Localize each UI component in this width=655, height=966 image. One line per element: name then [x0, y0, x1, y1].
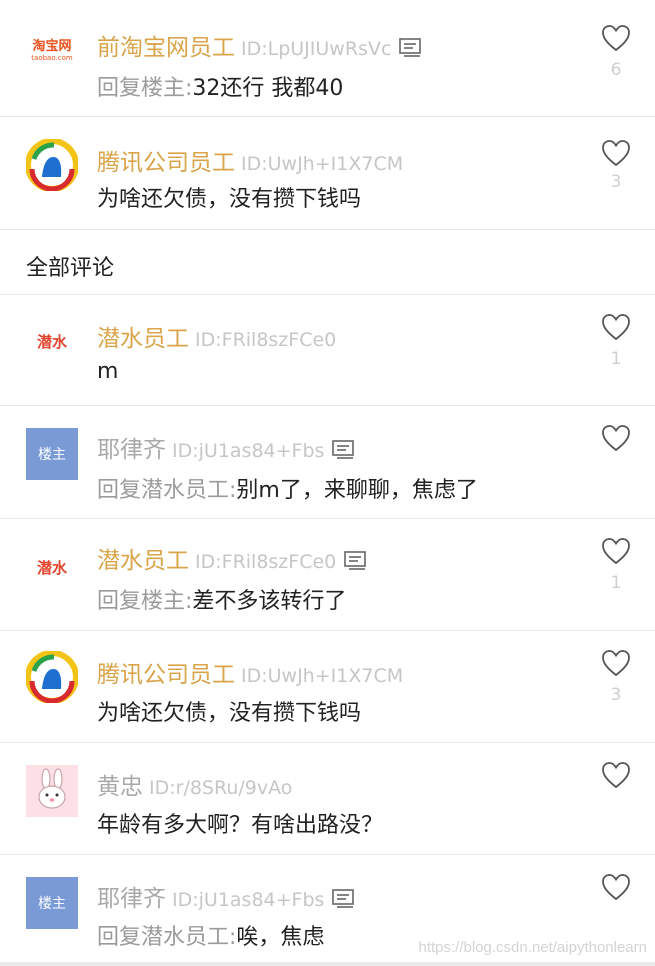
author-line: 潜水员工 ID:FRil8szFCe0 — [97, 319, 336, 353]
avatar-label: 潜水 — [36, 558, 67, 577]
author-name[interactable]: 腾讯公司员工 — [97, 662, 235, 688]
avatar-tencent[interactable] — [25, 650, 79, 704]
comment-body: 为啥还欠债，没有攒下钱吗 — [97, 187, 362, 212]
comment-body: 年龄有多大啊？有啥出路没？ — [97, 813, 384, 838]
avatar-rabbit[interactable] — [26, 765, 78, 817]
like-count: 3 — [610, 685, 622, 705]
author-name[interactable]: 潜水员工 — [97, 548, 189, 574]
heart-icon[interactable] — [601, 537, 631, 565]
author-name[interactable]: 前淘宝网员工 — [97, 35, 235, 61]
author-line: 黄忠 ID:r/8SRu/9vAo — [97, 767, 292, 801]
avatar-label: 楼主 — [38, 447, 66, 463]
heart-icon[interactable] — [601, 873, 631, 901]
like-count: 3 — [610, 172, 622, 192]
author-id: ID:UwJh+I1X7CM — [241, 153, 404, 175]
author-id: ID:r/8SRu/9vAo — [149, 777, 293, 799]
author-id: ID:jU1as84+Fbs — [172, 440, 325, 462]
heart-icon[interactable] — [601, 24, 631, 52]
comment-text: 为啥还欠债，没有攒下钱吗 — [97, 695, 361, 727]
author-id: ID:UwJh+I1X7CM — [241, 665, 404, 687]
reply-prefix: 回复潜水员工: — [97, 478, 237, 503]
comment-row[interactable]: 腾讯公司员工 ID:UwJh+I1X7CM 为啥还欠债，没有攒下钱吗 3 — [0, 117, 655, 230]
comment-row[interactable]: 黄忠 ID:r/8SRu/9vAo 年龄有多大啊？有啥出路没？ — [0, 743, 655, 855]
reply-icon[interactable] — [332, 889, 356, 909]
comment-body: m — [97, 359, 119, 384]
author-id: ID:jU1as84+Fbs — [172, 889, 325, 911]
heart-icon[interactable] — [601, 313, 631, 341]
tencent-logo-icon — [25, 650, 79, 704]
comment-text: m — [97, 359, 118, 384]
comment-body: 为啥还欠债，没有攒下钱吗 — [97, 701, 362, 726]
comment-text: 年龄有多大啊？有啥出路没？ — [97, 807, 383, 839]
reply-icon[interactable] — [399, 38, 423, 58]
author-id: ID:FRil8szFCe0 — [195, 329, 337, 351]
avatar-louzhu[interactable]: 楼主 — [26, 428, 78, 480]
comment-row[interactable]: 淘宝网 taobao.com 前淘宝网员工 ID:LpUJIUwRsVc 回复楼主… — [0, 0, 655, 117]
comment-text: 回复潜水员工:唉，焦虑 — [97, 919, 324, 951]
comment-body: 32还行 我都40 — [192, 76, 344, 101]
comment-row[interactable]: 潜水 潜水员工 ID:FRil8szFCe0 m 1 — [0, 295, 655, 406]
like-count: 6 — [610, 60, 622, 80]
bottom-divider — [0, 962, 655, 966]
heart-icon[interactable] — [601, 139, 631, 167]
avatar-louzhu[interactable]: 楼主 — [26, 877, 78, 929]
avatar-tencent[interactable] — [25, 138, 79, 192]
like-count: 1 — [610, 573, 622, 593]
comment-text: 回复楼主:差不多该转行了 — [97, 583, 346, 615]
reply-prefix: 回复楼主: — [97, 589, 193, 614]
comment-text: 为啥还欠债，没有攒下钱吗 — [97, 181, 361, 213]
author-name[interactable]: 耶律齐 — [97, 886, 166, 912]
author-line: 耶律齐 ID:jU1as84+Fbs — [97, 430, 356, 464]
author-name[interactable]: 潜水员工 — [97, 326, 189, 352]
tencent-logo-icon — [25, 138, 79, 192]
heart-icon[interactable] — [601, 649, 631, 677]
reply-icon[interactable] — [332, 440, 356, 460]
avatar-diver[interactable]: 潜水 — [26, 541, 78, 593]
rabbit-icon — [38, 768, 66, 809]
reply-icon[interactable] — [344, 551, 368, 571]
avatar-diver[interactable]: 潜水 — [26, 315, 78, 367]
author-id: ID:FRil8szFCe0 — [195, 551, 337, 573]
reply-prefix: 回复潜水员工: — [97, 925, 237, 950]
author-line: 潜水员工 ID:FRil8szFCe0 — [97, 541, 368, 575]
author-line: 耶律齐 ID:jU1as84+Fbs — [97, 879, 356, 913]
comment-text: 回复楼主:32还行 我都40 — [97, 70, 343, 102]
avatar-label: 楼主 — [38, 896, 66, 912]
section-header: 全部评论 — [0, 230, 655, 295]
author-line: 腾讯公司员工 ID:UwJh+I1X7CM — [97, 655, 403, 689]
avatar-sublabel: taobao.com — [31, 53, 73, 62]
avatar-label: 淘宝网 — [32, 38, 72, 54]
author-name[interactable]: 腾讯公司员工 — [97, 150, 235, 176]
watermark: https://blog.csdn.net/aipythonlearn — [418, 939, 648, 956]
comment-row[interactable]: 楼主 耶律齐 ID:jU1as84+Fbs 回复潜水员工:别m了，来聊聊，焦虑了 — [0, 406, 655, 519]
comment-body: 唉，焦虑 — [236, 925, 325, 950]
comment-body: 别m了，来聊聊，焦虑了 — [236, 478, 478, 503]
comment-row[interactable]: 腾讯公司员工 ID:UwJh+I1X7CM 为啥还欠债，没有攒下钱吗 3 — [0, 631, 655, 743]
heart-icon[interactable] — [601, 424, 631, 452]
author-line: 腾讯公司员工 ID:UwJh+I1X7CM — [97, 143, 403, 177]
author-name[interactable]: 耶律齐 — [97, 437, 166, 463]
author-line: 前淘宝网员工 ID:LpUJIUwRsVc — [97, 28, 423, 62]
comment-row[interactable]: 潜水 潜水员工 ID:FRil8szFCe0 回复楼主:差不多该转行了 1 — [0, 519, 655, 631]
heart-icon[interactable] — [601, 761, 631, 789]
avatar-label: 潜水 — [36, 332, 67, 351]
section-title: 全部评论 — [26, 256, 115, 281]
like-count: 1 — [610, 349, 622, 369]
avatar-taobao[interactable]: 淘宝网 taobao.com — [26, 22, 78, 74]
comment-text: 回复潜水员工:别m了，来聊聊，焦虑了 — [97, 472, 478, 504]
author-name[interactable]: 黄忠 — [97, 774, 143, 800]
author-id: ID:LpUJIUwRsVc — [241, 38, 392, 60]
comment-body: 差不多该转行了 — [192, 589, 347, 614]
reply-prefix: 回复楼主: — [97, 76, 193, 101]
